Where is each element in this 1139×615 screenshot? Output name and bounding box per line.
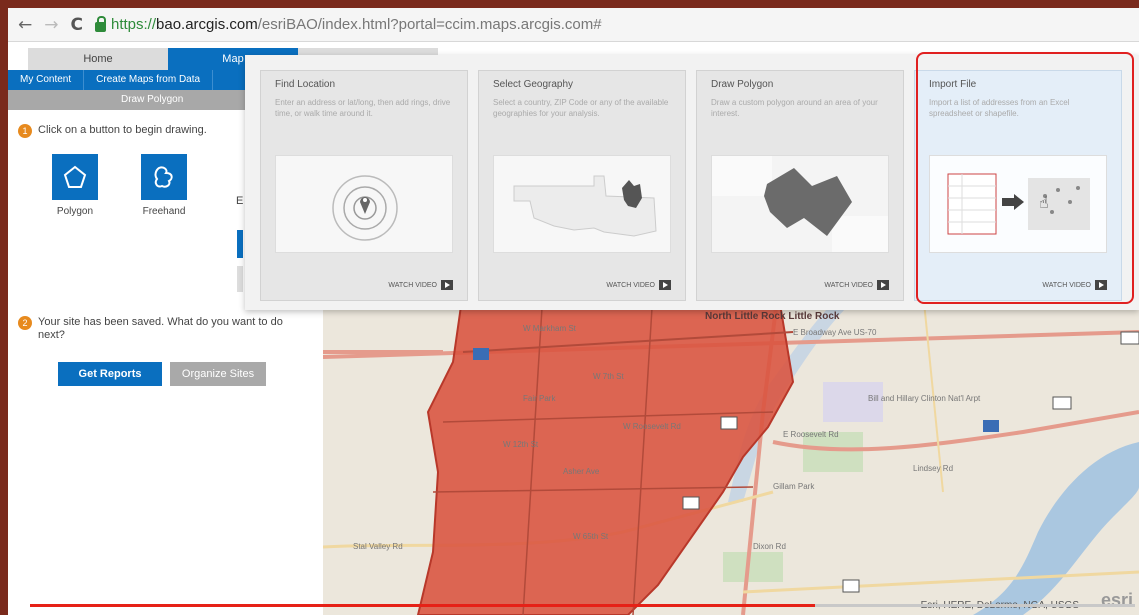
partial-label: E <box>236 195 244 207</box>
freehand-icon <box>141 154 187 200</box>
tab-home[interactable]: Home <box>28 48 168 70</box>
organize-sites-button[interactable]: Organize Sites <box>170 362 266 386</box>
label-broadway: E Broadway Ave US-70 <box>793 328 877 337</box>
label-sixtyfifth: W 65th St <box>573 532 609 541</box>
label-clinton: Bill and Hillary Clinton Nat'l Arpt <box>868 394 981 403</box>
step-2-text: Your site has been saved. What do you wa… <box>38 316 283 341</box>
watch-video-link[interactable]: WATCH VIDEO <box>824 280 889 290</box>
select-geography-illustration <box>493 155 671 253</box>
label-gillam: Gillam Park <box>773 482 815 491</box>
forward-arrow-icon[interactable]: → <box>44 15 58 35</box>
video-play-icon <box>659 280 671 290</box>
back-arrow-icon[interactable]: ← <box>18 15 32 35</box>
reload-icon[interactable]: C <box>71 15 83 35</box>
card-title: Find Location <box>275 79 336 90</box>
find-location-illustration <box>275 155 453 253</box>
step-2: 2 Your site has been saved. What do you … <box>18 316 288 342</box>
url-path: /esriBAO/index.html?portal=ccim.maps.arc… <box>257 16 602 33</box>
shield-i30 <box>473 348 489 360</box>
shield-i391 <box>1120 331 1139 345</box>
polygon-icon <box>52 154 98 200</box>
card-draw-polygon[interactable]: Draw Polygon Draw a custom polygon aroun… <box>696 70 904 301</box>
address-bar[interactable]: https:// bao.arcgis.com /esriBAO/index.h… <box>94 15 602 33</box>
watch-video-link[interactable]: WATCH VIDEO <box>606 280 671 290</box>
label-twelfth: W 12th St <box>503 440 539 449</box>
step-1-text: Click on a button to begin drawing. <box>38 124 207 136</box>
subnav-my-content[interactable]: My Content <box>8 70 85 90</box>
step-2-number: 2 <box>18 316 32 330</box>
polygon-tool-button[interactable]: Polygon <box>45 154 105 217</box>
label-markham: W Markham St <box>523 324 576 333</box>
label-wroosevelt: W Roosevelt Rd <box>623 422 681 431</box>
road-north <box>922 292 944 493</box>
video-frame: ← → C https:// bao.arcgis.com /esriBAO/i… <box>8 8 1139 615</box>
label-roosevelt: E Roosevelt Rd <box>783 430 839 439</box>
draw-polygon-illustration <box>711 155 889 253</box>
shield-us67 <box>720 416 738 430</box>
watch-video-label: WATCH VIDEO <box>388 281 437 289</box>
partial-blue-button[interactable] <box>237 230 243 258</box>
import-file-highlight <box>916 52 1134 304</box>
step-1: 1 Click on a button to begin drawing. <box>18 124 207 138</box>
freehand-tool-button[interactable]: Freehand <box>134 154 194 217</box>
label-asher: Asher Ave <box>563 467 600 476</box>
lock-icon <box>94 15 106 32</box>
browser-toolbar: ← → C https:// bao.arcgis.com /esriBAO/i… <box>8 8 1139 42</box>
label-valley: Stal Valley Rd <box>353 542 403 551</box>
watch-video-label: WATCH VIDEO <box>824 281 873 289</box>
city-label: North Little Rock Little Rock <box>705 311 840 322</box>
video-play-icon <box>441 280 453 290</box>
video-progress-bar[interactable] <box>30 604 1135 607</box>
esri-logo: esri <box>1100 590 1133 610</box>
card-title: Draw Polygon <box>711 79 774 90</box>
url-host: bao.arcgis.com <box>156 16 258 33</box>
video-play-icon <box>877 280 889 290</box>
map-graphics <box>323 292 1139 615</box>
polygon-tool-label: Polygon <box>56 206 94 217</box>
video-progress-fill <box>30 604 815 607</box>
subnav-create-maps[interactable]: Create Maps from Data <box>84 70 214 90</box>
park-area-2 <box>723 552 783 582</box>
shield-us165 <box>1052 396 1072 410</box>
card-description: Enter an address or lat/long, then add r… <box>275 98 451 118</box>
shield-i440 <box>983 420 999 432</box>
get-reports-button[interactable]: Get Reports <box>58 362 162 386</box>
label-dixon: Dixon Rd <box>753 542 786 551</box>
label-fair: Fair Park <box>523 394 556 403</box>
watch-video-label: WATCH VIDEO <box>606 281 655 289</box>
label-seventh: W 7th St <box>593 372 624 381</box>
map-view[interactable]: North Little Rock Little Rock E Broadway… <box>323 292 1139 615</box>
card-find-location[interactable]: Find Location Enter an address or lat/lo… <box>260 70 468 301</box>
label-lindsey: Lindsey Rd <box>913 464 954 473</box>
watch-video-link[interactable]: WATCH VIDEO <box>388 280 453 290</box>
step-1-number: 1 <box>18 124 32 138</box>
url-scheme: https:// <box>110 16 157 33</box>
card-title: Select Geography <box>493 79 574 90</box>
card-description: Draw a custom polygon around an area of … <box>711 98 878 118</box>
shield-us365b <box>842 579 860 593</box>
freehand-tool-label: Freehand <box>142 206 186 217</box>
partial-gray-button[interactable] <box>237 266 243 292</box>
card-select-geography[interactable]: Select Geography Select a country, ZIP C… <box>478 70 686 301</box>
shield-us365 <box>682 496 700 510</box>
road-south <box>742 570 1139 594</box>
card-description: Select a country, ZIP Code or any of the… <box>493 98 669 118</box>
